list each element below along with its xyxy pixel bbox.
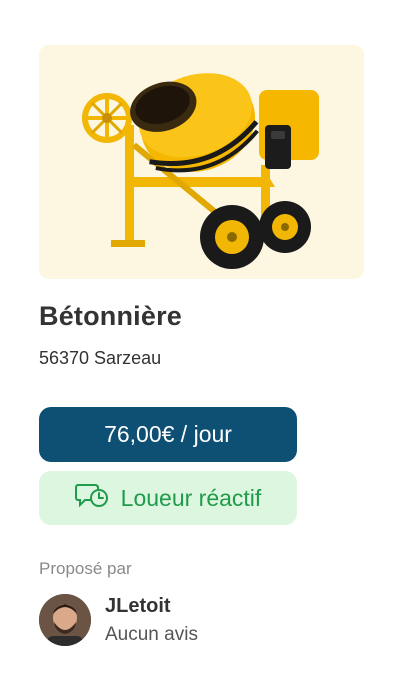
proposed-by-label: Proposé par <box>39 559 132 578</box>
owner-name[interactable]: JLetoit <box>105 595 198 618</box>
owner-info: JLetoit Aucun avis <box>105 595 198 646</box>
avatar[interactable] <box>39 594 91 646</box>
owner-profile[interactable]: JLetoit Aucun avis <box>39 594 364 646</box>
chat-clock-icon <box>74 481 109 515</box>
badge-label: Loueur réactif <box>120 484 262 511</box>
responsive-owner-badge: Loueur réactif <box>39 471 297 525</box>
listing-card[interactable]: Bétonnière 56370 Sarzeau 76,00€ / jour L… <box>39 45 364 646</box>
concrete-mixer-illustration <box>82 73 319 269</box>
listing-title: Bétonnière <box>39 301 183 331</box>
listing-image[interactable] <box>39 45 364 279</box>
price-label: 76,00€ / jour <box>104 421 232 447</box>
listing-location: 56370 Sarzeau <box>39 348 162 368</box>
owner-reviews: Aucun avis <box>105 623 198 645</box>
price-badge: 76,00€ / jour <box>39 407 297 462</box>
